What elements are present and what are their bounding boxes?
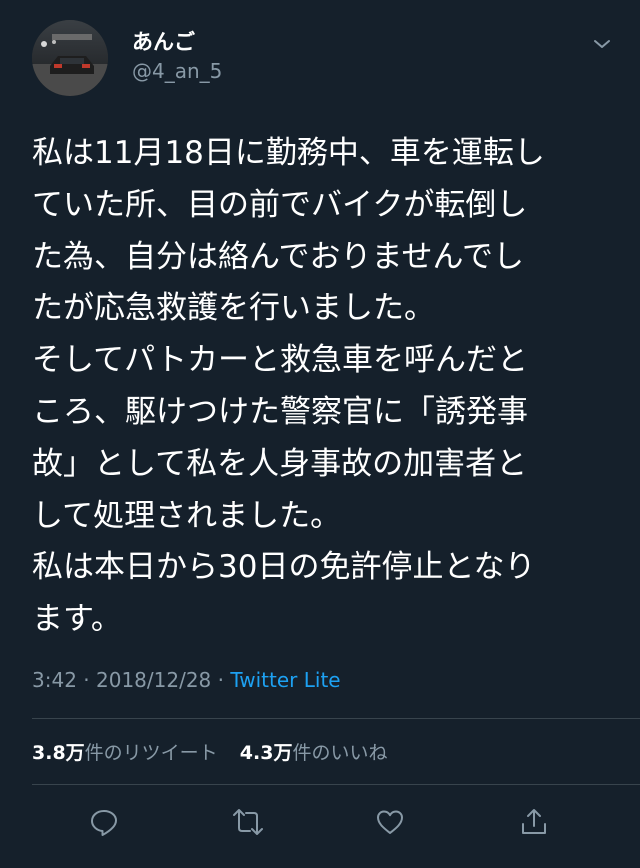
divider bbox=[32, 718, 640, 719]
retweets-count: 3.8万 bbox=[32, 742, 85, 764]
retweets-stat[interactable]: 3.8万件のリツイート bbox=[32, 742, 218, 764]
avatar-photo-icon bbox=[32, 20, 108, 96]
reply-button[interactable] bbox=[86, 804, 122, 840]
tweet-source-link[interactable]: Twitter Lite bbox=[230, 668, 340, 692]
reply-icon bbox=[91, 810, 117, 836]
share-icon bbox=[522, 809, 546, 834]
meta-separator: · bbox=[211, 668, 231, 692]
user-handle[interactable]: @4_an_5 bbox=[132, 56, 222, 86]
avatar[interactable] bbox=[32, 20, 108, 96]
display-name[interactable]: あんご bbox=[132, 28, 222, 56]
heart-icon bbox=[377, 810, 403, 834]
likes-count: 4.3万 bbox=[239, 742, 293, 764]
like-button[interactable] bbox=[372, 804, 408, 840]
tweet-time[interactable]: 3:42 bbox=[32, 668, 77, 692]
retweet-button[interactable] bbox=[230, 804, 266, 840]
retweet-icon bbox=[233, 809, 263, 835]
tweet-text: 私は11月18日に勤務中、車を運転し ていた所、目の前でバイクが転倒し た為、自… bbox=[32, 135, 545, 638]
likes-label: 件のいいね bbox=[292, 742, 388, 764]
tweet-meta: 3:42 · 2018/12/28 · Twitter Lite bbox=[32, 664, 341, 696]
divider bbox=[32, 784, 640, 785]
retweets-label: 件のリツイート bbox=[84, 742, 218, 764]
tweet-detail: あんご @4_an_5 私は11月18日に勤務中、車を運転し ていた所、目の前で… bbox=[0, 0, 640, 868]
chevron-down-icon[interactable] bbox=[591, 36, 613, 52]
share-button[interactable] bbox=[516, 804, 552, 840]
author-info[interactable]: あんご @4_an_5 bbox=[132, 28, 222, 86]
meta-separator: · bbox=[76, 668, 96, 692]
likes-stat[interactable]: 4.3万件のいいね bbox=[240, 742, 388, 764]
tweet-stats: 3.8万件のリツイート 4.3万件のいいね bbox=[32, 739, 387, 767]
action-bar bbox=[0, 800, 640, 844]
tweet-date[interactable]: 2018/12/28 bbox=[96, 668, 211, 692]
